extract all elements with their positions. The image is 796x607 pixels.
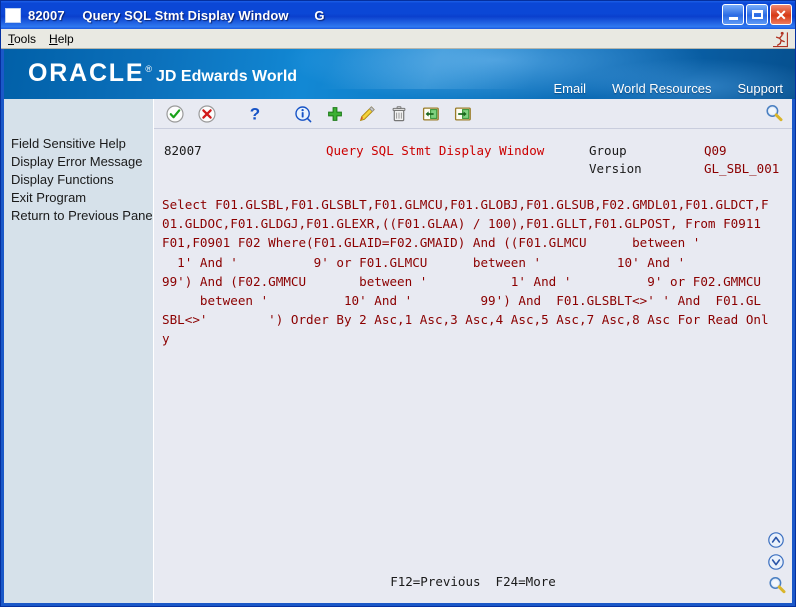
banner-link-support[interactable]: Support: [737, 81, 783, 96]
info-button[interactable]: [292, 103, 314, 125]
group-label: Group: [589, 143, 627, 158]
chevron-up-circle-icon: [768, 532, 784, 548]
screen-search-button[interactable]: [767, 575, 786, 594]
sidebar-item-return-to-previous-panel[interactable]: Return to Previous Panel: [4, 207, 153, 225]
sql-statement-text: Select F01.GLSBL,F01.GLSBLT,F01.GLMCU,F0…: [162, 197, 769, 347]
window-body: Field Sensitive Help Display Error Messa…: [1, 99, 795, 606]
accept-button[interactable]: [164, 103, 186, 125]
screen-nav-buttons: [764, 531, 788, 594]
trash-icon: [392, 105, 406, 121]
chevron-down-circle-icon: [768, 554, 784, 570]
toolbar-search-button[interactable]: [764, 103, 786, 125]
svg-text:?: ?: [250, 105, 260, 123]
menu-item-help[interactable]: Help: [49, 32, 74, 46]
menu-item-help-label: elp: [57, 31, 74, 46]
minimize-button[interactable]: [722, 4, 744, 25]
product-name: JD Edwards World: [156, 68, 298, 85]
maximize-button[interactable]: [746, 4, 768, 25]
sidebar-item-field-sensitive-help[interactable]: Field Sensitive Help: [4, 135, 153, 153]
page-up-button[interactable]: [767, 531, 785, 549]
group-value: Q09: [704, 143, 727, 158]
sidebar-item-exit-program[interactable]: Exit Program: [4, 189, 153, 207]
title-suffix: G: [314, 7, 325, 23]
sidebar-item-display-functions[interactable]: Display Functions: [4, 171, 153, 189]
page-down-button[interactable]: [767, 553, 785, 571]
banner-link-email[interactable]: Email: [553, 81, 586, 96]
oracle-banner: ORACLE ® JD Edwards World Email World Re…: [1, 49, 795, 99]
screen-program-code: 82007: [164, 143, 202, 158]
info-circle-icon: [295, 105, 312, 122]
banner-link-world-resources[interactable]: World Resources: [612, 81, 711, 96]
menu-item-tools-label: ools: [14, 31, 37, 46]
add-button[interactable]: [324, 103, 346, 125]
registered-mark: ®: [145, 64, 152, 74]
page-title: Query SQL Stmt Display Window: [326, 143, 545, 158]
content-panel: ? 82007 Query SQL Stmt Display Window Gr…: [153, 99, 792, 603]
maximize-icon: [751, 10, 763, 19]
title-bar-text: 82007 Query SQL Stmt Display Window G: [28, 8, 325, 23]
close-button[interactable]: ✕: [770, 4, 792, 25]
magnifier-icon: [769, 577, 786, 594]
version-label: Version: [589, 161, 642, 176]
terminal-screen: 82007 Query SQL Stmt Display Window Grou…: [154, 129, 792, 603]
minimize-icon: [728, 17, 738, 20]
question-mark-icon: ?: [250, 105, 260, 123]
green-check-circle-icon: [166, 104, 184, 123]
application-window: 82007 Query SQL Stmt Display Window G ✕ …: [0, 0, 796, 607]
cancel-button[interactable]: [196, 103, 218, 125]
previous-panel-button[interactable]: [420, 103, 442, 125]
menu-item-tools[interactable]: Tools: [8, 32, 36, 46]
sidebar-menu: Field Sensitive Help Display Error Messa…: [4, 99, 153, 603]
title-program-code: 82007: [28, 7, 65, 23]
menu-bar: Tools Help: [1, 29, 795, 49]
sidebar-item-display-error-message[interactable]: Display Error Message: [4, 153, 153, 171]
oracle-wordmark: ORACLE: [28, 59, 145, 87]
red-x-circle-icon: [198, 104, 216, 123]
exit-program-button[interactable]: [452, 103, 474, 125]
help-button[interactable]: ?: [244, 103, 266, 125]
oracle-logo: ORACLE ® JD Edwards World: [28, 61, 297, 86]
delete-button[interactable]: [388, 103, 410, 125]
toolbar: ?: [154, 99, 792, 129]
function-key-legend: F12=Previous F24=More: [390, 574, 556, 589]
title-window-name: Query SQL Stmt Display Window: [82, 7, 289, 23]
magnifier-icon: [766, 105, 783, 122]
close-icon: ✕: [775, 6, 787, 23]
title-bar: 82007 Query SQL Stmt Display Window G ✕: [1, 1, 795, 29]
exit-left-icon: [422, 106, 439, 121]
exit-right-icon: [454, 106, 471, 121]
green-plus-icon: [328, 106, 342, 121]
pencil-icon: [359, 105, 375, 121]
edit-button[interactable]: [356, 103, 378, 125]
banner-links: Email World Resources Support: [553, 81, 783, 96]
window-controls: ✕: [722, 4, 792, 25]
window-icon: [5, 7, 21, 23]
running-man-icon[interactable]: [771, 30, 789, 48]
version-value: GL_SBL_001: [704, 161, 780, 176]
